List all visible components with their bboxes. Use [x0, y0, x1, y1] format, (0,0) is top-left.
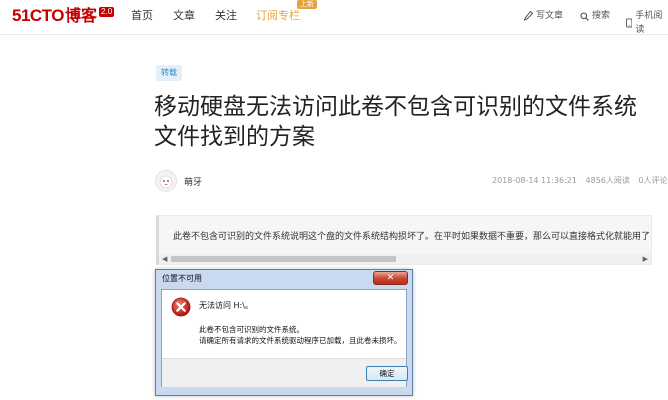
dialog-titlebar[interactable]: 位置不可用 ✕ — [156, 270, 412, 287]
author-name[interactable]: 萌牙 — [184, 175, 202, 188]
article-title: 移动硬盘无法访问此卷不包含可识别的文件系统文件找到的方案 — [154, 94, 637, 150]
dialog-body: 无法访问 H:\。 此卷不包含可识别的文件系统。 请确定所有请求的文件系统驱动程… — [161, 289, 408, 387]
quote-text: 此卷不包含可识别的文件系统说明这个盘的文件系统结构损坏了。在平时如果数据不重要，… — [173, 232, 651, 242]
nav-subscribe-link[interactable]: 订阅专栏 — [256, 9, 300, 23]
author-avatar[interactable] — [155, 170, 177, 192]
dialog-title: 位置不可用 — [162, 274, 202, 283]
comment-count[interactable]: 0人评论 — [638, 176, 667, 185]
view-count: 4856人阅读 — [585, 176, 630, 185]
scroll-right-arrow-icon[interactable]: ▶ — [643, 255, 648, 263]
top-navbar: 51CTO 博客 2.0 首页 文章 关注 订阅专栏 上新 写文章 搜索 手机阅… — [0, 0, 668, 35]
search-link[interactable]: 搜索 — [580, 9, 610, 23]
logo-version-badge: 2.0 — [99, 7, 115, 17]
error-detail-line-1: 此卷不包含可识别的文件系统。 — [199, 325, 304, 334]
mobile-read-label: 手机阅读 — [635, 11, 663, 35]
phone-icon — [626, 18, 633, 28]
write-article-label: 写文章 — [536, 11, 564, 21]
site-logo[interactable]: 51CTO 博客 2.0 — [12, 6, 115, 26]
pen-icon — [524, 11, 533, 21]
nav-home-link[interactable]: 首页 — [131, 9, 153, 23]
repost-tag[interactable]: 转载 — [156, 65, 182, 81]
search-label: 搜索 — [592, 11, 611, 21]
new-badge: 上新 — [297, 0, 317, 9]
scrollbar-thumb[interactable] — [171, 256, 396, 262]
error-message-detail: 此卷不包含可识别的文件系统。 请确定所有请求的文件系统驱动程序已加载，且此卷未损… — [199, 324, 402, 346]
logo-mark: 51CTO — [12, 6, 65, 25]
nav-follow-link[interactable]: 关注 — [215, 9, 237, 23]
article-meta: 2018-08-14 11:36:21 4856人阅读 0人评论 — [492, 175, 668, 186]
logo-text: 博客 — [65, 6, 98, 25]
horizontal-scrollbar[interactable]: ◀ ▶ — [159, 254, 651, 264]
avatar-face-icon — [159, 175, 173, 189]
dialog-footer: 确定 — [162, 358, 408, 387]
write-article-link[interactable]: 写文章 — [524, 9, 563, 23]
ok-button[interactable]: 确定 — [366, 366, 408, 381]
mobile-read-link[interactable]: 手机阅读 — [626, 9, 668, 37]
error-icon — [171, 297, 191, 317]
nav-articles-link[interactable]: 文章 — [173, 9, 195, 23]
error-detail-line-2: 请确定所有请求的文件系统驱动程序已加载，且此卷未损坏。 — [199, 336, 402, 345]
location-unavailable-dialog: 位置不可用 ✕ 无法访问 H:\。 此卷不包含可识别的文件系统。 请确定所有请求… — [155, 269, 413, 396]
publish-date: 2018-08-14 11:36:21 — [492, 176, 577, 185]
close-button[interactable]: ✕ — [373, 271, 408, 285]
scroll-left-arrow-icon[interactable]: ◀ — [162, 255, 167, 263]
quote-block: 此卷不包含可识别的文件系统说明这个盘的文件系统结构损坏了。在平时如果数据不重要，… — [156, 215, 652, 265]
error-message-path: 无法访问 H:\。 — [199, 301, 253, 310]
search-icon — [580, 11, 589, 21]
